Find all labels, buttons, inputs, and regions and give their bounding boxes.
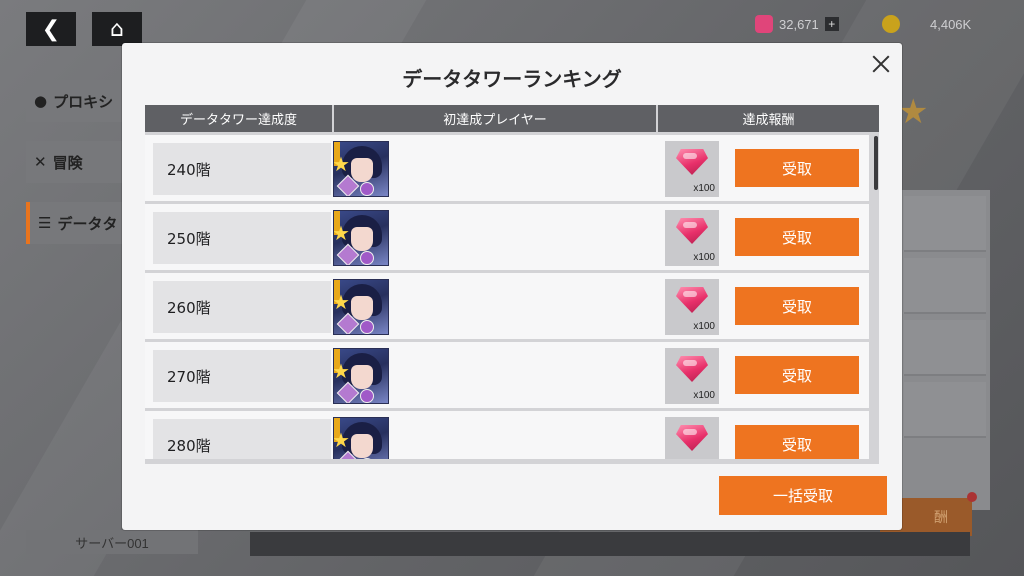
server-label: サーバー001 — [26, 530, 198, 554]
add-gem-button[interactable]: + — [824, 17, 839, 31]
background-bottom-bar — [250, 532, 970, 556]
close-icon[interactable] — [870, 53, 892, 75]
ranking-table: データタワー達成度 初達成プレイヤー 達成報酬 240階 ★ x100 受取 2… — [145, 105, 879, 464]
gem-currency: 32,671 + — [755, 14, 839, 34]
coin-icon — [882, 15, 900, 33]
reward-item[interactable] — [665, 417, 719, 459]
star-icon: ★ — [898, 92, 929, 132]
reward-item[interactable]: x100 — [665, 279, 719, 335]
star-icon: ★ — [333, 152, 350, 176]
proxy-icon: ● — [34, 92, 48, 110]
floor-label: 240階 — [153, 143, 331, 195]
crossed-swords-icon: ✕ — [34, 153, 47, 171]
coin-currency: 4,406K — [882, 14, 971, 34]
sidebar-item-proxy[interactable]: ● プロキシ — [26, 80, 136, 122]
floor-label: 270階 — [153, 350, 331, 402]
star-icon: ★ — [333, 221, 350, 245]
sidebar-item-label: プロキシ — [53, 92, 114, 111]
header-progress: データタワー達成度 — [145, 105, 332, 132]
claim-button[interactable]: 受取 — [735, 356, 859, 394]
scrollbar[interactable] — [874, 136, 878, 190]
star-icon: ★ — [333, 359, 350, 383]
ranking-modal: データタワーランキング データタワー達成度 初達成プレイヤー 達成報酬 240階… — [122, 43, 902, 530]
player-avatar[interactable]: ★ — [333, 279, 389, 335]
notification-dot — [967, 492, 977, 502]
table-row: 250階 ★ x100 受取 — [145, 204, 869, 270]
sidebar-item-datatower[interactable]: ☰ データタ — [26, 202, 136, 244]
player-avatar[interactable]: ★ — [333, 348, 389, 404]
floor-label: 250階 — [153, 212, 331, 264]
star-icon: ★ — [333, 428, 350, 452]
claim-button[interactable]: 受取 — [735, 425, 859, 459]
back-arrow-icon: ❮ — [41, 16, 61, 42]
player-avatar[interactable]: ★ — [333, 417, 389, 459]
reward-quantity: x100 — [693, 321, 715, 332]
background-panel-row — [904, 258, 986, 314]
reward-item[interactable]: x100 — [665, 210, 719, 266]
background-panel-row — [904, 382, 986, 438]
claim-button[interactable]: 受取 — [735, 149, 859, 187]
claim-button[interactable]: 受取 — [735, 287, 859, 325]
table-row: 270階 ★ x100 受取 — [145, 342, 869, 408]
floor-label: 280階 — [153, 419, 331, 459]
modal-title: データタワーランキング — [402, 67, 622, 91]
background-button-label: 酬 — [934, 510, 948, 526]
player-avatar[interactable]: ★ — [333, 141, 389, 197]
sidebar-item-adventure[interactable]: ✕ 冒険 — [26, 141, 136, 183]
back-button[interactable]: ❮ — [26, 12, 76, 46]
table-row: 280階 ★ 受取 — [145, 411, 869, 459]
claim-button[interactable]: 受取 — [735, 218, 859, 256]
table-row: 260階 ★ x100 受取 — [145, 273, 869, 339]
star-icon: ★ — [333, 290, 350, 314]
header-reward: 達成報酬 — [658, 105, 879, 132]
background-panel-row — [904, 320, 986, 376]
gem-icon — [755, 15, 773, 33]
table-header: データタワー達成度 初達成プレイヤー 達成報酬 — [145, 105, 879, 132]
coin-amount: 4,406K — [930, 16, 972, 32]
header-first-player: 初達成プレイヤー — [334, 105, 656, 132]
home-icon: ⌂ — [110, 16, 124, 42]
reward-quantity: x100 — [693, 390, 715, 401]
sidebar-item-label: データタ — [57, 214, 118, 233]
reward-item[interactable]: x100 — [665, 141, 719, 197]
sidebar-item-label: 冒険 — [52, 153, 83, 172]
reward-quantity: x100 — [693, 183, 715, 194]
table-row: 240階 ★ x100 受取 — [145, 135, 869, 201]
home-button[interactable]: ⌂ — [92, 12, 142, 46]
table-body[interactable]: 240階 ★ x100 受取 250階 ★ x100 受取 260階 ★ x10… — [145, 135, 879, 459]
layers-icon: ☰ — [38, 214, 52, 232]
reward-item[interactable]: x100 — [665, 348, 719, 404]
reward-quantity: x100 — [693, 252, 715, 263]
background-panel-row — [904, 196, 986, 252]
floor-label: 260階 — [153, 281, 331, 333]
claim-all-button[interactable]: 一括受取 — [719, 476, 887, 515]
player-avatar[interactable]: ★ — [333, 210, 389, 266]
gem-amount: 32,671 — [779, 16, 819, 32]
